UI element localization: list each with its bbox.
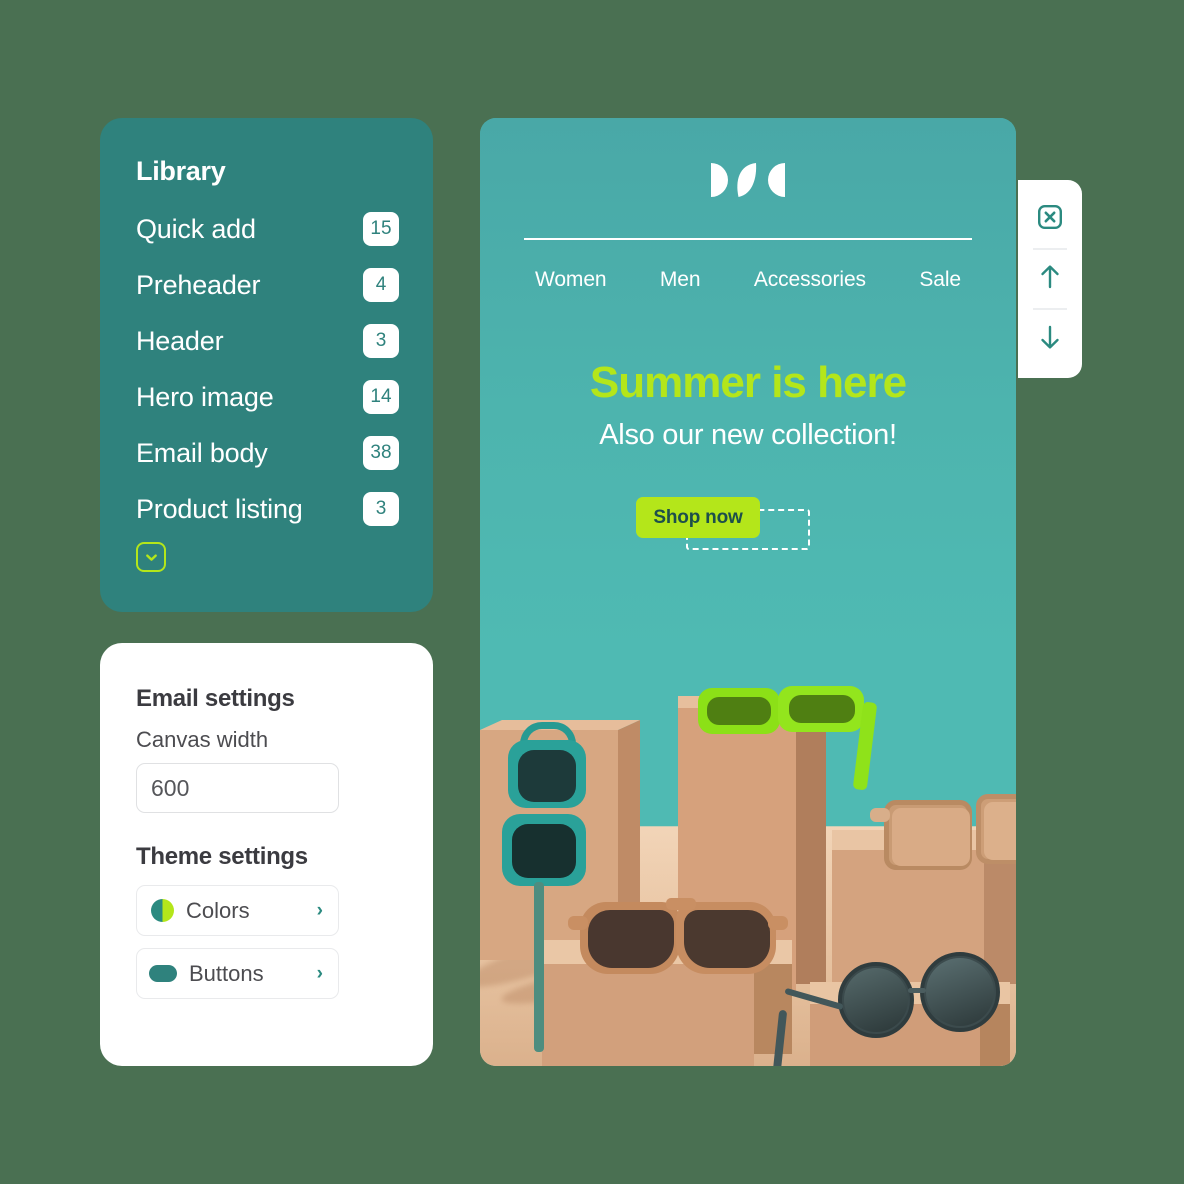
arrow-up-icon (1037, 263, 1063, 296)
toolbar-divider (1033, 248, 1067, 250)
chevron-right-icon: › (316, 963, 323, 984)
toolbar-divider (1033, 308, 1067, 310)
library-panel: Library Quick add 15 Preheader 4 Header … (100, 118, 433, 612)
library-item-count: 14 (363, 380, 399, 414)
library-item-label: Quick add (136, 213, 256, 244)
theme-settings-title: Theme settings (136, 843, 308, 870)
arrow-down-icon (1037, 323, 1063, 356)
nav-item-men[interactable]: Men (660, 268, 701, 292)
library-item-quick-add[interactable]: Quick add 15 (136, 206, 399, 252)
cta-drag-area: Shop now (480, 477, 1016, 567)
shop-now-button[interactable]: Shop now (636, 497, 760, 538)
theme-row-buttons[interactable]: Buttons › (136, 948, 339, 999)
library-item-label: Hero image (136, 381, 274, 412)
hero-title: Summer is here (589, 358, 907, 407)
chevron-right-icon: › (316, 900, 323, 921)
library-item-count: 3 (363, 324, 399, 358)
email-preview-canvas: Women Men Accessories Sale Summer is her… (480, 118, 1016, 1066)
email-settings-title: Email settings (136, 685, 295, 712)
canvas-width-input[interactable] (136, 763, 339, 813)
button-pill-icon (149, 965, 177, 982)
library-item-hero-image[interactable]: Hero image 14 (136, 374, 399, 420)
nav-item-accessories[interactable]: Accessories (754, 268, 866, 292)
library-item-count: 15 (363, 212, 399, 246)
brand-logo-icon (480, 118, 1016, 199)
library-item-product-listing[interactable]: Product listing 3 (136, 486, 399, 532)
library-item-label: Preheader (136, 269, 261, 300)
email-nav: Women Men Accessories Sale (480, 268, 1016, 292)
library-item-preheader[interactable]: Preheader 4 (136, 262, 399, 308)
library-item-email-body[interactable]: Email body 38 (136, 430, 399, 476)
close-box-icon (1037, 204, 1063, 235)
move-up-button[interactable] (1031, 260, 1069, 298)
email-settings-panel: Email settings Canvas width Theme settin… (100, 643, 433, 1066)
nav-item-sale[interactable]: Sale (919, 268, 961, 292)
canvas-width-label: Canvas width (136, 727, 269, 752)
chevron-down-icon (143, 549, 160, 566)
hero-product-image (480, 652, 1016, 1066)
library-item-label: Header (136, 325, 224, 356)
move-down-button[interactable] (1031, 320, 1069, 358)
theme-row-label: Buttons (189, 960, 264, 986)
library-item-label: Product listing (136, 493, 303, 524)
library-item-count: 3 (363, 492, 399, 526)
library-title: Library (136, 156, 226, 186)
email-header-section: Women Men Accessories Sale Summer is her… (480, 118, 1016, 652)
color-swatch-icon (151, 899, 174, 922)
nav-item-women[interactable]: Women (535, 268, 607, 292)
library-item-label: Email body (136, 437, 268, 468)
hero-subtitle: Also our new collection! (599, 419, 897, 451)
library-item-count: 38 (363, 436, 399, 470)
library-item-header[interactable]: Header 3 (136, 318, 399, 364)
theme-row-colors[interactable]: Colors › (136, 885, 339, 936)
header-divider (524, 238, 972, 240)
theme-row-label: Colors (186, 897, 250, 923)
library-expand-button[interactable] (136, 542, 166, 572)
block-toolbar (1018, 180, 1082, 378)
library-item-count: 4 (363, 268, 399, 302)
delete-block-button[interactable] (1031, 200, 1069, 238)
